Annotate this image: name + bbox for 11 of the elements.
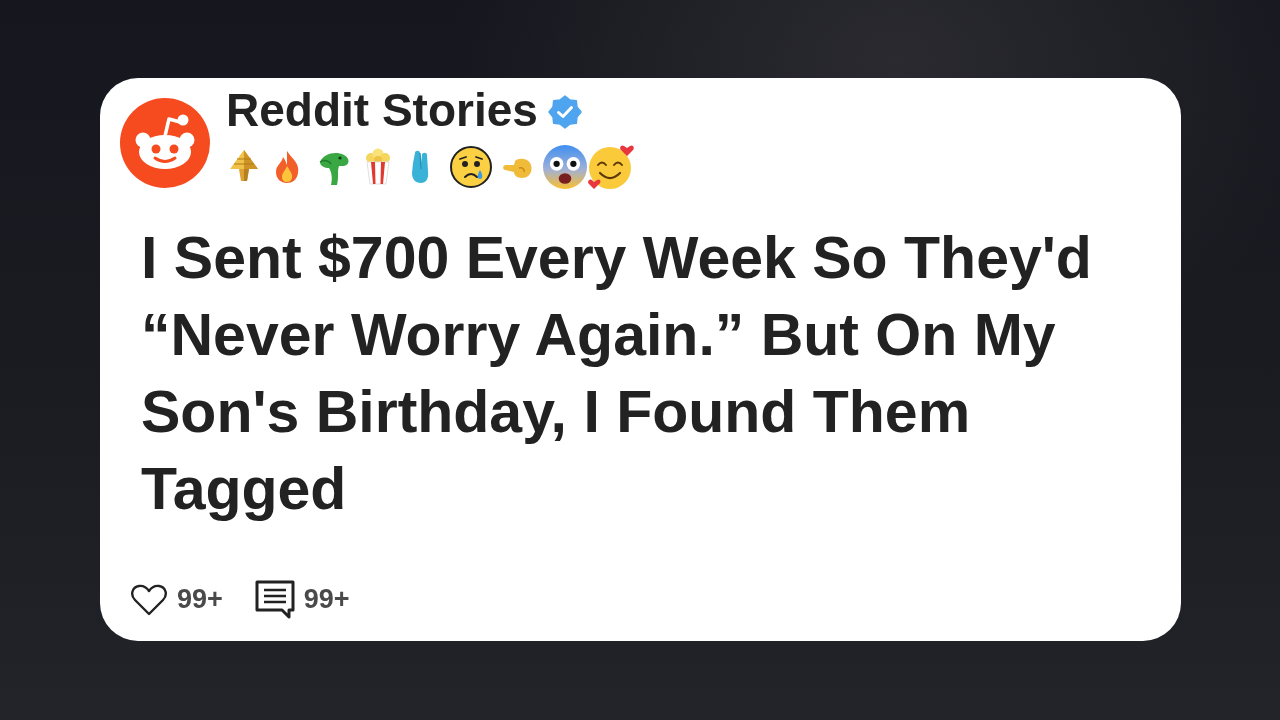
- comment-count: 99+: [303, 586, 350, 613]
- robot-logo-icon: [120, 98, 210, 188]
- crying-face-icon: [449, 144, 493, 189]
- smiling-face-hearts-icon: [587, 143, 635, 190]
- author-name: Reddit Stories: [226, 85, 538, 136]
- heart-icon: [130, 582, 168, 617]
- comment-icon: [254, 580, 295, 619]
- scared-face-icon: [543, 144, 587, 189]
- post-headline: I Sent $700 Every Week So They'd “Never Worry Again.” But On My Son's Birthday, I Found Them Tagged: [141, 223, 1093, 524]
- popcorn-icon: [363, 147, 393, 186]
- like-count: 99+: [177, 586, 223, 613]
